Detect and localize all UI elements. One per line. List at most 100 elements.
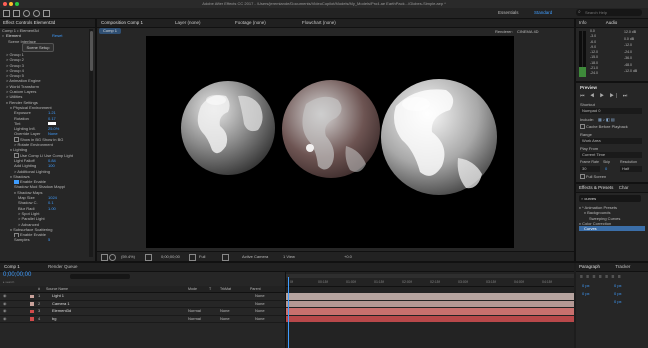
paragraph-align-buttons[interactable]: ≡ ≡ ≡ ≡ ≡ ≡ ≡: [580, 274, 622, 280]
effects-search-value: curves: [584, 196, 597, 201]
indent-left-value[interactable]: 0 px: [582, 283, 590, 288]
tab-effects-presets[interactable]: Effects & Presets: [579, 185, 613, 190]
range-select[interactable]: Work Area: [580, 138, 642, 144]
layer-trkmat[interactable]: None: [220, 308, 230, 315]
property-label: Rotation: [14, 115, 29, 121]
ruler-tick-label: 01:15f: [374, 280, 384, 284]
timeline-layer-row[interactable]: ◉ 2 Camera 1 None: [0, 301, 285, 308]
layer-trkmat[interactable]: None: [220, 316, 230, 323]
frame-rate-select[interactable]: 30: [580, 166, 600, 172]
current-time-indicator[interactable]: [288, 277, 289, 348]
layer-duration-bar[interactable]: [286, 308, 574, 315]
layer-parent[interactable]: None: [255, 293, 265, 300]
effect-controls-tab[interactable]: Effect Controls Element3d: [0, 19, 95, 28]
layer-label-color[interactable]: [30, 309, 34, 313]
search-icon: ⌕: [581, 196, 584, 201]
play-from-select[interactable]: Current Time: [580, 152, 642, 158]
work-area-bar[interactable]: [286, 274, 574, 278]
tab-tracker[interactable]: Tracker: [615, 264, 630, 269]
comp-chip[interactable]: Comp 1: [99, 28, 122, 34]
scene-setup-button[interactable]: Scene Setup: [22, 43, 54, 52]
effects-search-field[interactable]: ⌕ curves: [579, 195, 641, 202]
layer-parent[interactable]: None: [255, 316, 265, 323]
layer-name[interactable]: Camera 1: [52, 301, 70, 308]
effect-name: Element: [6, 33, 21, 39]
property-label: > Animation Engine: [6, 78, 41, 84]
hand-tool-icon[interactable]: [23, 10, 30, 17]
visibility-eye-icon[interactable]: ◉: [3, 308, 7, 315]
layer-parent[interactable]: None: [255, 308, 265, 315]
space-after-value[interactable]: 0 px: [614, 291, 622, 296]
property-label: Samples: [14, 237, 30, 243]
layer-mode[interactable]: Normal: [188, 308, 201, 315]
timeline-graph[interactable]: 0f 00:15f 01:00f 01:15f 02:00f 02:15f 03:00f 03…: [286, 272, 574, 348]
composition-viewer[interactable]: [146, 36, 514, 248]
timeline-search-field[interactable]: [70, 274, 130, 279]
renderer-value[interactable]: CINEMA 4D: [517, 29, 539, 34]
resolution-select[interactable]: Half: [620, 166, 642, 172]
always-preview-icon[interactable]: [101, 254, 108, 261]
composition-tabs: Composition Comp 1 Layer (none) Footage …: [97, 19, 574, 28]
first-line-value[interactable]: 0 px: [614, 299, 622, 304]
effects-tree-item[interactable]: Curves: [579, 226, 645, 232]
renderer-label: Renderer:: [495, 29, 513, 34]
include-toggles[interactable]: ▦ ♪ ◧ ▤: [598, 117, 615, 122]
layer-label-color[interactable]: [30, 302, 34, 306]
include-label: Include:: [580, 117, 595, 122]
layer-mode[interactable]: Normal: [188, 316, 201, 323]
time-ruler[interactable]: 0f 00:15f 01:00f 01:15f 02:00f 02:15f 03:00f 03…: [286, 279, 574, 287]
tab-character[interactable]: Char: [619, 185, 629, 190]
workspace-essentials[interactable]: Essentials: [498, 10, 519, 15]
layer-label-color[interactable]: [30, 294, 34, 298]
workspace-standard[interactable]: Standard: [534, 10, 552, 15]
grid-icon[interactable]: [145, 254, 152, 261]
region-icon[interactable]: [222, 254, 229, 261]
shortcut-select[interactable]: Numpad 0: [580, 108, 642, 114]
tab-audio[interactable]: Audio: [606, 20, 618, 25]
search-help-field[interactable]: ⌕ Search Help: [576, 9, 642, 16]
tab-flowchart[interactable]: Flowchart (none): [302, 19, 336, 27]
timeline-layer-row[interactable]: ◉ 1 Light 1 None: [0, 293, 285, 301]
property-label: v Lighting: [10, 147, 28, 153]
tab-comp-1-timeline[interactable]: Comp 1: [4, 264, 20, 269]
timeline-layer-row[interactable]: ◉ 4 bg Normal None None: [0, 316, 285, 323]
property-label: > World Transform: [6, 83, 39, 89]
visibility-eye-icon[interactable]: ◉: [3, 301, 7, 308]
layer-duration-bar[interactable]: [286, 293, 574, 300]
layer-duration-bar[interactable]: [286, 300, 574, 307]
tab-render-queue[interactable]: Render Queue: [48, 264, 78, 269]
timeline-layer-row[interactable]: ◉ 3 Element3d Normal None None: [0, 308, 285, 316]
layer-duration-bar[interactable]: [286, 315, 574, 322]
preview-transport-controls[interactable]: ⏮ ◀ ▶ ▶| ⏭: [580, 93, 629, 99]
space-before-value[interactable]: 0 px: [582, 291, 590, 296]
layer-name[interactable]: Light 1: [52, 293, 64, 300]
layer-name[interactable]: Element3d: [52, 308, 71, 315]
selection-tool-icon[interactable]: [13, 10, 20, 17]
visibility-eye-icon[interactable]: ◉: [3, 316, 7, 323]
tab-paragraph[interactable]: Paragraph: [579, 264, 600, 269]
home-icon[interactable]: [3, 10, 10, 17]
tab-composition[interactable]: Composition Comp 1: [101, 19, 143, 27]
tab-layer[interactable]: Layer (none): [175, 19, 201, 27]
visibility-eye-icon[interactable]: ◉: [3, 293, 7, 300]
cache-row[interactable]: Cache Before Playback: [580, 124, 628, 130]
timeline-timecode[interactable]: 0;00;00;00: [3, 272, 31, 278]
property-value[interactable]: 5: [48, 237, 50, 242]
zoom-tool-icon[interactable]: [33, 10, 40, 17]
effect-property-row[interactable]: Samples 5: [0, 237, 95, 242]
full-screen-row[interactable]: Full Screen: [580, 174, 606, 180]
snapshot-icon[interactable]: [189, 254, 196, 261]
skip-value[interactable]: 0: [605, 166, 607, 172]
layer-name[interactable]: bg: [52, 316, 56, 323]
tint-color-swatch[interactable]: [48, 121, 56, 125]
tab-footage[interactable]: Footage (none): [235, 19, 266, 27]
effect-controls-scrollbar[interactable]: [89, 29, 93, 257]
mask-icon[interactable]: [109, 254, 116, 261]
rotate-tool-icon[interactable]: [43, 10, 50, 17]
audio-tabs: Info Audio: [576, 19, 648, 28]
range-label: Range: [580, 132, 592, 137]
indent-right-value[interactable]: 0 px: [614, 283, 622, 288]
tab-info[interactable]: Info: [579, 20, 587, 25]
layer-label-color[interactable]: [30, 317, 34, 321]
layer-parent[interactable]: None: [255, 301, 265, 308]
